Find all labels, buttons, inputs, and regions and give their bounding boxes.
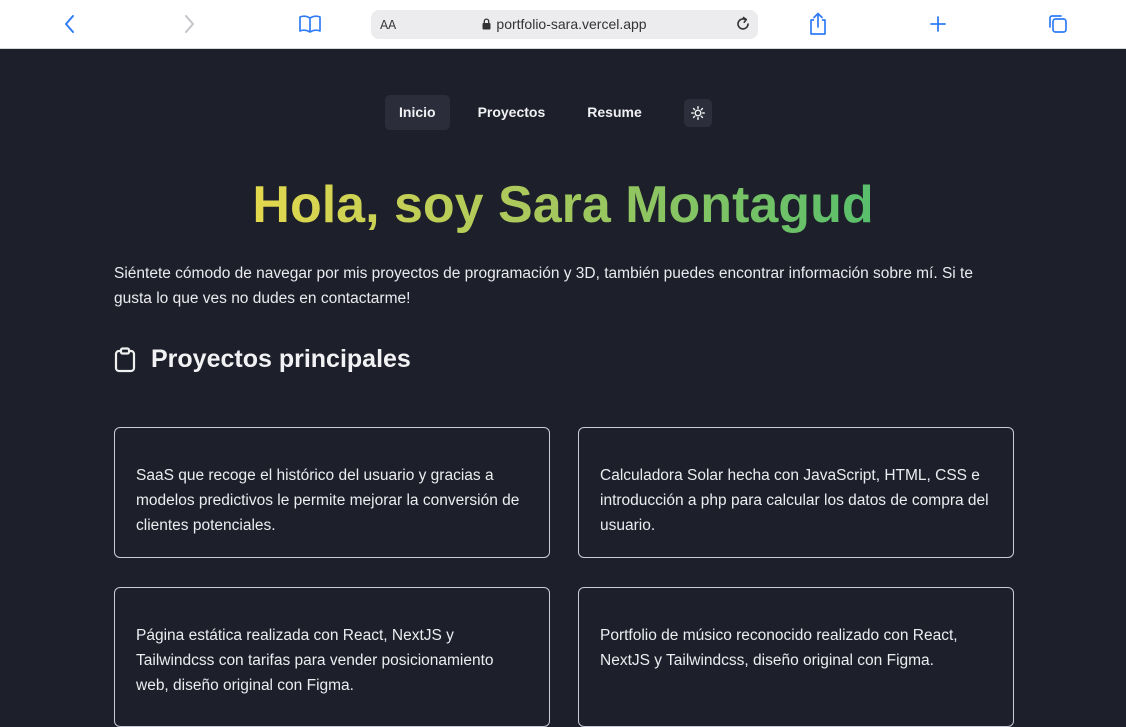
sun-icon — [690, 105, 705, 120]
chevron-left-icon — [65, 15, 74, 33]
nav-item-inicio[interactable]: Inicio — [385, 95, 450, 130]
lock-icon — [482, 18, 491, 30]
tabs-button[interactable] — [1045, 11, 1071, 37]
project-description: Página estática realizada con React, Nex… — [136, 627, 494, 694]
back-button[interactable] — [57, 11, 83, 37]
main-nav: Inicio Proyectos Resume — [385, 95, 712, 130]
project-card-calculadora[interactable]: Calculadora Solar hecha con JavaScript, … — [578, 427, 1014, 558]
url-display[interactable]: portfolio-sara.vercel.app — [371, 16, 758, 32]
reload-icon — [737, 16, 749, 30]
intro-paragraph: Siéntete cómodo de navegar por mis proye… — [114, 265, 973, 307]
project-description: SaaS que recoge el histórico del usuario… — [136, 467, 520, 534]
projects-heading: Proyectos principales — [114, 345, 411, 374]
url-text: portfolio-sara.vercel.app — [496, 16, 647, 32]
nav-item-resume[interactable]: Resume — [573, 95, 655, 130]
hero-title-text: Hola, soy Sara Montagud — [252, 176, 874, 234]
plus-icon — [930, 16, 946, 32]
project-card-portfolio[interactable]: Portfolio de músico reconocido realizado… — [578, 587, 1014, 727]
book-icon — [299, 15, 321, 33]
nav-item-proyectos[interactable]: Proyectos — [464, 95, 560, 130]
new-tab-button[interactable] — [925, 11, 951, 37]
browser-toolbar: AA portfolio-sara.vercel.app — [0, 0, 1126, 49]
tabs-icon — [1049, 15, 1067, 33]
section-title: Proyectos principales — [151, 345, 411, 373]
project-card-landing[interactable]: Página estática realizada con React, Nex… — [114, 587, 550, 727]
hero-title: Hola, soy Sara Montagud — [0, 173, 1126, 237]
project-card-saas[interactable]: SaaS que recoge el histórico del usuario… — [114, 427, 550, 558]
address-bar[interactable]: AA portfolio-sara.vercel.app — [371, 10, 758, 39]
project-description: Calculadora Solar hecha con JavaScript, … — [600, 467, 989, 534]
forward-button[interactable] — [176, 11, 202, 37]
share-button[interactable] — [805, 11, 831, 37]
chevron-right-icon — [185, 15, 194, 33]
reload-button[interactable] — [734, 15, 752, 38]
page-content: Inicio Proyectos Resume Hola, soy Sara M… — [0, 49, 1126, 727]
bookmarks-button[interactable] — [297, 11, 323, 37]
theme-toggle-button[interactable] — [683, 98, 712, 127]
clipboard-icon — [114, 346, 136, 372]
project-description: Portfolio de músico reconocido realizado… — [600, 627, 958, 669]
share-icon — [810, 12, 826, 35]
